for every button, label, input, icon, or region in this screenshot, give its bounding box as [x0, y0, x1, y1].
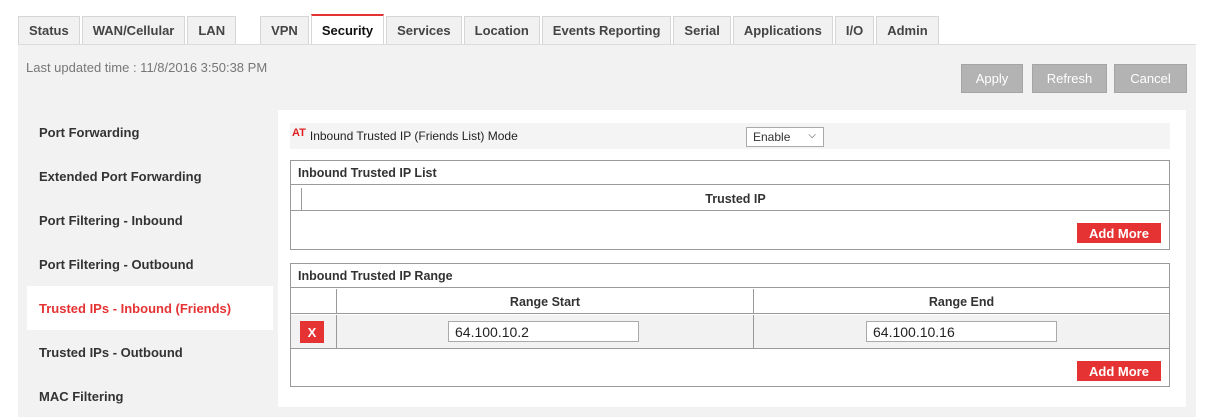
add-more-trusted-ip-button[interactable]: Add More — [1077, 223, 1161, 243]
friends-mode-value: Enable — [753, 130, 791, 144]
tab-lan[interactable]: LAN — [187, 16, 237, 44]
sidebar-item-extended-port-forwarding[interactable]: Extended Port Forwarding — [27, 154, 273, 198]
friends-mode-label: Inbound Trusted IP (Friends List) Mode — [309, 129, 518, 143]
friends-mode-row: AT Inbound Trusted IP (Friends List) Mod… — [290, 123, 1170, 149]
trusted-ip-header-row: Trusted IP — [291, 186, 1169, 211]
cancel-button[interactable]: Cancel — [1114, 64, 1187, 93]
sidebar-item-trusted-ips-outbound[interactable]: Trusted IPs - Outbound — [27, 330, 273, 374]
friends-mode-select[interactable]: Enable ⌵ — [746, 127, 824, 147]
trusted-ip-range-title: Inbound Trusted IP Range — [291, 264, 1169, 288]
column-divider — [753, 315, 754, 349]
table-row: X 64.100.10.2 64.100.10.16 — [291, 315, 1169, 349]
tab-location[interactable]: Location — [463, 16, 540, 44]
tab-applications[interactable]: Applications — [732, 16, 833, 44]
apply-button[interactable]: Apply — [961, 64, 1023, 93]
at-badge: AT — [292, 127, 306, 139]
tab-services[interactable]: Services — [386, 16, 462, 44]
sidebar: Port Forwarding Extended Port Forwarding… — [27, 110, 273, 417]
refresh-button[interactable]: Refresh — [1032, 64, 1107, 93]
trusted-ip-range-box: Inbound Trusted IP Range Range Start Ran… — [290, 263, 1170, 387]
tab-vpn[interactable]: VPN — [260, 16, 309, 44]
trusted-ip-list-box: Inbound Trusted IP List Trusted IP Add M… — [290, 160, 1170, 250]
range-header-row: Range Start Range End — [291, 289, 1169, 314]
sidebar-item-port-forwarding[interactable]: Port Forwarding — [27, 110, 273, 154]
top-tab-bar: Status WAN/Cellular LAN VPN Security Ser… — [18, 14, 939, 44]
sidebar-item-port-filtering-outbound[interactable]: Port Filtering - Outbound — [27, 242, 273, 286]
range-end-input[interactable]: 64.100.10.16 — [866, 321, 1057, 342]
sidebar-item-port-filtering-inbound[interactable]: Port Filtering - Inbound — [27, 198, 273, 242]
tab-wan-cellular[interactable]: WAN/Cellular — [81, 16, 186, 44]
tab-events-reporting[interactable]: Events Reporting — [541, 16, 672, 44]
sidebar-item-trusted-ips-inbound[interactable]: Trusted IPs - Inbound (Friends) — [27, 286, 273, 330]
tab-security[interactable]: Security — [310, 14, 385, 44]
range-start-input[interactable]: 64.100.10.2 — [448, 321, 639, 342]
chevron-down-icon: ⌵ — [808, 130, 816, 141]
tab-admin[interactable]: Admin — [876, 16, 939, 44]
column-divider — [336, 315, 337, 349]
last-updated-text: Last updated time : 11/8/2016 3:50:38 PM — [26, 60, 268, 75]
tab-serial[interactable]: Serial — [673, 16, 731, 44]
trusted-ip-list-title: Inbound Trusted IP List — [291, 161, 1169, 185]
add-more-range-button[interactable]: Add More — [1077, 361, 1161, 381]
delete-row-button[interactable]: X — [300, 321, 324, 343]
tab-io[interactable]: I/O — [834, 16, 875, 44]
range-start-header: Range Start — [509, 294, 581, 309]
main-panel: AT Inbound Trusted IP (Friends List) Mod… — [278, 110, 1186, 407]
range-end-header: Range End — [928, 294, 995, 309]
trusted-ip-column-header: Trusted IP — [705, 191, 766, 206]
sidebar-item-mac-filtering[interactable]: MAC Filtering — [27, 374, 273, 417]
tab-status[interactable]: Status — [18, 16, 80, 44]
